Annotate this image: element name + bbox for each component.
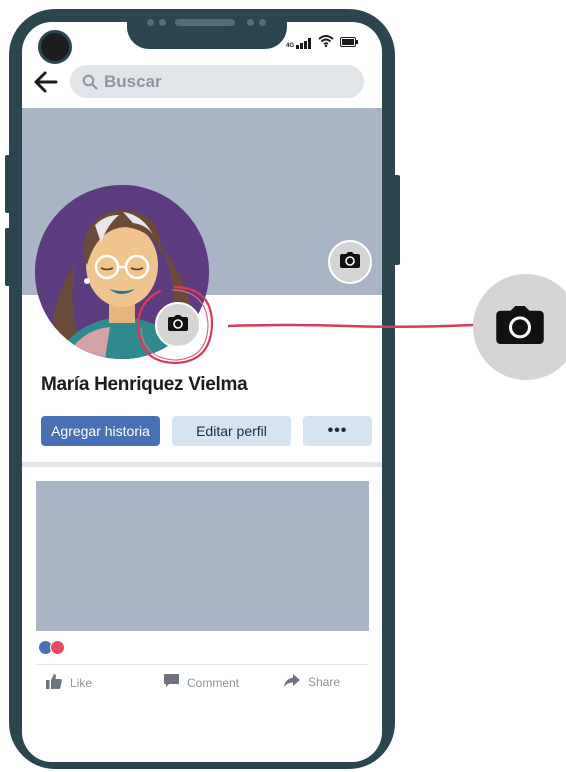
profile-name: María Henriquez Vielma <box>41 374 248 395</box>
thumbs-up-icon <box>46 674 62 692</box>
love-reaction-icon <box>50 640 65 655</box>
notch <box>127 9 287 49</box>
network-icon: 4G <box>286 37 312 49</box>
share-label: Share <box>308 675 341 689</box>
like-button[interactable]: Like <box>46 674 92 692</box>
back-arrow-icon[interactable] <box>32 68 60 96</box>
more-options-button[interactable]: ••• <box>303 416 372 446</box>
volume-down-button <box>5 228 13 286</box>
camera-icon <box>168 314 188 336</box>
post-image[interactable] <box>36 481 369 631</box>
camera-icon <box>496 305 544 349</box>
network-label: 4G <box>286 42 295 49</box>
like-label: Like <box>70 676 93 690</box>
status-bar: 4G <box>286 34 359 52</box>
front-camera <box>38 30 72 64</box>
power-button <box>392 175 400 265</box>
zoomed-camera-callout <box>473 274 566 380</box>
comment-icon <box>164 674 179 691</box>
notch-dot <box>247 19 254 26</box>
share-arrow-icon <box>284 674 300 690</box>
edit-profile-button[interactable]: Editar perfil <box>172 416 291 446</box>
wifi-icon <box>318 34 334 52</box>
share-button[interactable]: Share <box>284 674 340 690</box>
comment-label: Comment <box>187 675 240 690</box>
highlight-connector-line <box>228 323 473 329</box>
section-divider <box>22 462 382 467</box>
search-icon <box>82 74 98 90</box>
post-reactions[interactable] <box>38 640 65 655</box>
notch-dot <box>147 19 154 26</box>
volume-up-button <box>5 155 13 213</box>
search-input[interactable]: Buscar <box>70 65 364 98</box>
battery-icon <box>340 34 359 52</box>
post-actions-divider <box>36 664 369 665</box>
cover-camera-button[interactable] <box>328 240 372 284</box>
notch-dot <box>259 19 266 26</box>
add-story-button[interactable]: Agregar historia <box>41 416 160 446</box>
avatar-camera-button[interactable] <box>155 302 201 348</box>
speaker-grille <box>175 19 235 26</box>
search-placeholder: Buscar <box>104 71 162 91</box>
camera-icon <box>340 251 360 273</box>
comment-button[interactable]: Comment <box>164 674 239 691</box>
notch-dot <box>159 19 166 26</box>
